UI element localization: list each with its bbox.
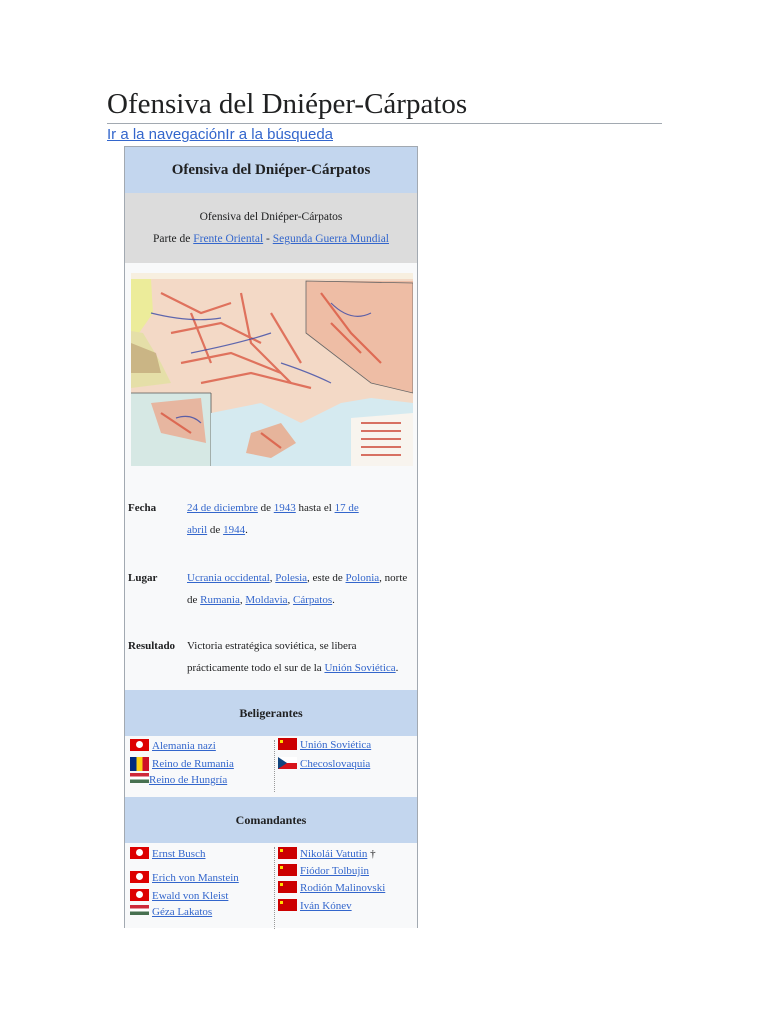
resultado-label: Resultado [128,640,176,652]
list-item: Erich von Manstein [130,871,239,885]
text: , norte [379,572,408,584]
infobox-header: Ofensiva del Dniéper-Cárpatos [125,147,417,193]
list-item: Unión Soviética [278,738,371,752]
belligerent-link[interactable]: Reino de Rumania [152,758,234,770]
lugar-label: Lugar [128,572,158,584]
text: de [260,502,272,514]
skip-to-navigation-link[interactable]: Ir a la navegación [107,126,225,143]
list-item: Ernst Busch [130,847,205,861]
campaign-map-image[interactable] [131,273,413,466]
commander-link[interactable]: Erich von Manstein [152,872,239,884]
text: , [239,594,243,606]
infobox-subtitle-section: Ofensiva del Dniéper-Cárpatos Parte de F… [125,193,417,263]
date-link-24-diciembre[interactable]: 24 de diciembre [187,502,258,514]
text: . [332,594,335,606]
text: hasta el [298,502,332,514]
text: Victoria estratégica soviética, se liber… [187,640,357,652]
date-link-17-abril-part2[interactable]: abril [187,524,207,536]
nazi-germany-flag-icon [130,871,149,883]
separator: - [266,233,270,245]
column-divider [274,847,275,929]
fecha-label: Fecha [128,502,157,514]
belligerent-link[interactable]: Alemania nazi [152,740,216,752]
part-of: Parte de Frente Oriental - Segunda Guerr… [125,228,417,250]
list-item: Géza Lakatos [130,905,212,919]
soviet-flag-icon [278,899,297,911]
year-link-1943[interactable]: 1943 [274,502,296,514]
list-item: Alemania nazi [130,739,216,753]
list-item: Fiódor Tolbujin [278,864,369,878]
soviet-flag-icon [278,847,297,859]
commanders-list: Ernst Busch Erich von Manstein Ewald von… [125,843,417,929]
infobox: Ofensiva del Dniéper-Cárpatos Ofensiva d… [124,146,418,929]
moldavia-link[interactable]: Moldavia [245,594,287,606]
belligerent-link[interactable]: Reino de Hungría [149,774,227,786]
frente-oriental-link[interactable]: Frente Oriental [193,233,263,245]
belligerents-list: Alemania nazi Reino de Rumania Reino de … [125,736,417,796]
skip-links: Ir a la navegaciónIr a la búsqueda [107,126,333,143]
text: . [395,662,399,674]
hungary-flag-icon [130,905,149,915]
belligerent-link[interactable]: Checoslovaquia [300,758,370,770]
text: de [187,594,198,606]
commander-link[interactable]: Géza Lakatos [152,906,212,918]
list-item: Reino de Hungría [130,773,227,787]
text: . [245,524,248,536]
ucrania-occidental-link[interactable]: Ucrania occidental [187,572,270,584]
page-title: Ofensiva del Dniéper-Cárpatos [107,88,468,120]
text: , [269,572,273,584]
rumania-link[interactable]: Rumania [200,594,240,606]
romania-flag-icon [130,757,149,771]
soviet-flag-icon [278,738,297,750]
list-item: Reino de Rumania [130,757,234,771]
commander-link[interactable]: Fiódor Tolbujin [300,865,369,877]
year-link-1944[interactable]: 1944 [223,524,245,536]
date-link-17-abril-part1[interactable]: 17 de [335,502,359,514]
hungary-flag-icon [130,773,149,783]
list-item: Checoslovaquia [278,757,370,771]
soviet-flag-icon [278,864,297,876]
text: , [287,594,291,606]
text: prácticamente todo el sur de la [187,662,322,674]
nazi-germany-flag-icon [130,847,149,859]
carpatos-link[interactable]: Cárpatos [293,594,332,606]
soviet-flag-icon [278,881,297,893]
commander-link[interactable]: Ernst Busch [152,848,205,860]
union-sovietica-link[interactable]: Unión Soviética [324,662,395,674]
dagger-mark: † [370,848,376,860]
resultado-value: Victoria estratégica soviética, se liber… [187,635,415,679]
part-of-label: Parte de [152,233,191,245]
polesia-link[interactable]: Polesia [275,572,307,584]
text: de [209,524,221,536]
lugar-value: Ucrania occidental, Polesia, este de Pol… [187,567,415,611]
belligerent-link[interactable]: Unión Soviética [300,739,371,751]
commander-link[interactable]: Iván Kónev [300,900,352,912]
commander-link[interactable]: Rodión Malinovski [300,882,385,894]
list-item: Nikolái Vatutin † [278,847,376,861]
polonia-link[interactable]: Polonia [346,572,380,584]
czechoslovakia-flag-icon [278,757,297,769]
commander-link[interactable]: Ewald von Kleist [152,890,228,902]
list-item: Rodión Malinovski [278,881,385,895]
beligerantes-header: Beligerantes [125,690,417,736]
commander-link[interactable]: Nikolái Vatutin [300,848,367,860]
list-item: Ewald von Kleist [130,889,228,903]
comandantes-header: Comandantes [125,797,417,843]
list-item: Iván Kónev [278,899,352,913]
title-divider [107,123,662,124]
infobox-subtitle: Ofensiva del Dniéper-Cárpatos [199,211,343,223]
text: , este de [307,572,343,584]
segunda-guerra-mundial-link[interactable]: Segunda Guerra Mundial [273,233,389,245]
nazi-germany-flag-icon [130,739,149,751]
fecha-value: 24 de diciembre de 1943 hasta el 17 de ab… [187,497,415,541]
column-divider [274,740,275,792]
skip-to-search-link[interactable]: Ir a la búsqueda [225,126,333,143]
nazi-germany-flag-icon [130,889,149,901]
